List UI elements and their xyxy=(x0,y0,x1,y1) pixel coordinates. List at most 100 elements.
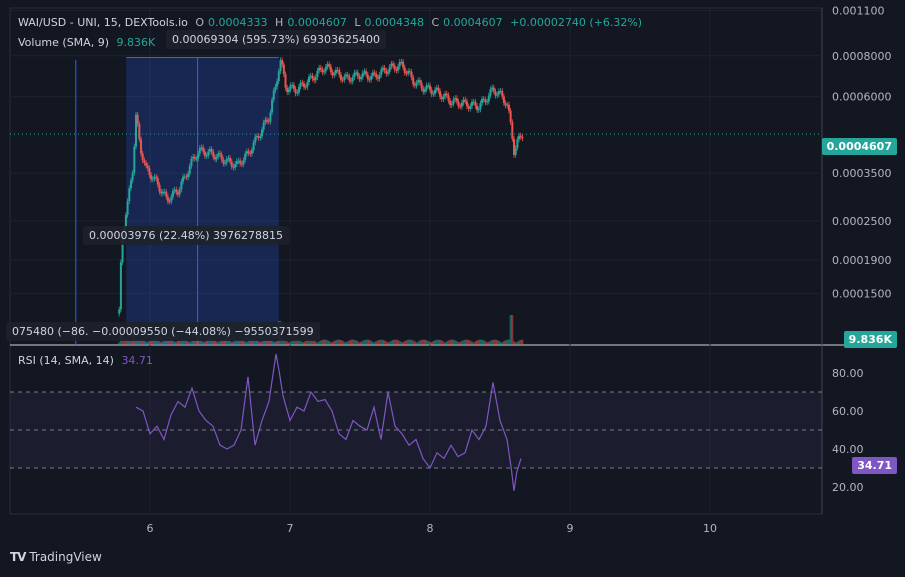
candle-body xyxy=(375,73,378,78)
candle-body xyxy=(158,184,161,192)
low-value: 0.0004348 xyxy=(364,16,424,29)
candle-body xyxy=(250,150,253,154)
candle-body xyxy=(410,71,413,78)
tradingview-branding[interactable]: TV TradingView xyxy=(10,550,102,564)
candle-body xyxy=(447,95,450,101)
candle-body xyxy=(341,79,344,81)
volume-legend: Volume (SMA, 9) 9.836K xyxy=(18,36,159,49)
candle-body xyxy=(328,64,331,67)
price-tick-label: 0.0001900 xyxy=(832,254,892,267)
candle-body xyxy=(397,66,400,71)
close-value: 0.0004607 xyxy=(443,16,503,29)
rsi-tick-label: 40.00 xyxy=(832,443,864,456)
rsi-label[interactable]: RSI (14, SMA, 14) xyxy=(18,354,114,367)
time-tick-label: 7 xyxy=(287,522,294,535)
candle-body xyxy=(193,156,196,159)
candle-body xyxy=(210,149,213,152)
candle-body xyxy=(131,172,134,181)
tradingview-brand-label: TradingView xyxy=(29,550,102,564)
candle-body xyxy=(479,103,482,110)
candle-body xyxy=(239,160,242,164)
change-value: +0.00002740 (+6.32%) xyxy=(510,16,643,29)
candle-body xyxy=(262,122,265,130)
high-value: 0.0004607 xyxy=(287,16,347,29)
candle-body xyxy=(507,104,510,111)
candle-body xyxy=(415,82,418,86)
candle-body xyxy=(452,99,455,104)
candle-body xyxy=(269,112,272,122)
candle-body xyxy=(339,74,342,80)
candle-body xyxy=(129,180,132,189)
candle-body xyxy=(140,139,143,154)
candle-body xyxy=(190,158,193,166)
candle-body xyxy=(423,89,426,92)
candle-body xyxy=(402,61,405,68)
candle-body xyxy=(128,188,131,202)
candle-body xyxy=(418,80,421,83)
measure-label-top: 0.00069304 (595.73%) 69303625400 xyxy=(166,30,386,49)
candle-body xyxy=(346,74,349,77)
rsi-badge: 34.71 xyxy=(852,457,897,474)
rsi-legend: RSI (14, SMA, 14) 34.71 xyxy=(18,354,157,367)
candle-body xyxy=(432,93,435,95)
measurement-tool[interactable] xyxy=(75,57,279,345)
price-tick-label: 0.0006000 xyxy=(832,91,892,104)
symbol-label[interactable]: WAI/USD - UNI, 15, DEXTools.io xyxy=(18,16,188,29)
candle-body xyxy=(266,119,269,122)
candle-body xyxy=(306,82,309,87)
candle-body xyxy=(141,153,144,161)
open-value: 0.0004333 xyxy=(208,16,268,29)
candle-body xyxy=(230,161,233,167)
candle-body xyxy=(188,165,191,174)
candle-body xyxy=(509,110,512,123)
candle-body xyxy=(450,103,453,106)
candle-body xyxy=(170,196,173,202)
rsi-bands xyxy=(10,391,822,469)
candle-body xyxy=(304,86,307,88)
candle-body xyxy=(392,63,395,66)
candle-body xyxy=(388,66,391,72)
candle-body xyxy=(356,72,359,77)
candle-body xyxy=(439,91,442,97)
candle-body xyxy=(486,101,489,103)
candle-body xyxy=(143,160,146,164)
candle-body xyxy=(282,64,285,75)
time-tick-label: 10 xyxy=(703,522,717,535)
candle-body xyxy=(198,147,201,154)
last-price-badge: 0.0004607 xyxy=(821,138,897,155)
candle-body xyxy=(323,71,326,73)
candle-body xyxy=(207,151,210,156)
candle-body xyxy=(175,189,178,193)
candle-body xyxy=(234,164,237,168)
candle-body xyxy=(271,99,274,113)
volume-badge: 9.836K xyxy=(843,331,897,348)
candle-body xyxy=(168,201,171,203)
candle-body xyxy=(224,162,227,164)
candle-body xyxy=(220,154,223,160)
candle-body xyxy=(383,67,386,71)
candle-body xyxy=(155,176,158,179)
candle-body xyxy=(373,72,376,74)
candle-body xyxy=(455,98,458,102)
candle-body xyxy=(187,173,190,178)
candle-body xyxy=(311,75,314,79)
candle-body xyxy=(429,85,431,90)
time-tick-label: 8 xyxy=(427,522,434,535)
volume-label[interactable]: Volume (SMA, 9) xyxy=(18,36,109,49)
candle-body xyxy=(324,66,327,72)
candle-body xyxy=(146,165,149,169)
candle-body xyxy=(195,158,198,160)
low-label: L xyxy=(354,16,361,29)
candle-body xyxy=(434,89,437,94)
candle-body xyxy=(511,122,514,139)
measure-range-box xyxy=(126,57,279,345)
chart-canvas[interactable]: 0.001100 0.0008000 0.0006000 0.0003500 0.000… xyxy=(0,0,905,577)
candle-body xyxy=(412,77,415,85)
candle-body xyxy=(133,146,136,173)
candle-body xyxy=(303,83,305,87)
candle-body xyxy=(314,76,317,81)
candle-body xyxy=(203,151,206,156)
candle-body xyxy=(259,136,262,138)
candle-body xyxy=(348,76,351,81)
candle-body xyxy=(171,190,174,197)
